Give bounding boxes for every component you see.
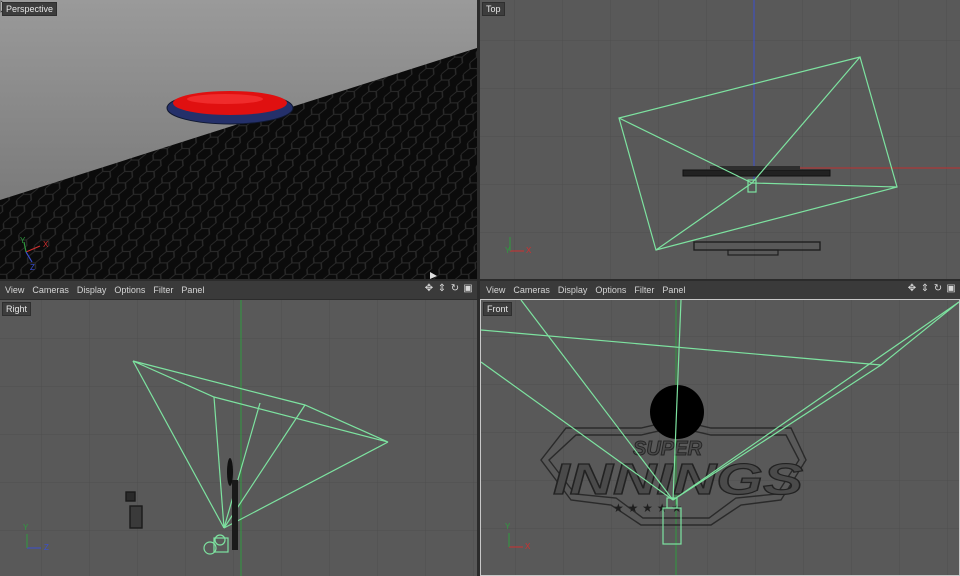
viewport-top[interactable]: Top X Y — [480, 0, 960, 279]
axis-label-z: Z — [30, 263, 35, 272]
rotate-icon[interactable]: ↻ — [450, 284, 460, 294]
axis-label-y: Y — [505, 246, 511, 255]
rotate-icon[interactable]: ↻ — [933, 284, 943, 294]
menu-view[interactable]: View — [0, 285, 28, 295]
move-icon[interactable]: ✥ — [424, 284, 434, 294]
axis-label-x: X — [526, 246, 532, 255]
viewport-label-front: Front — [483, 302, 513, 316]
move-icon[interactable]: ✥ — [907, 284, 917, 294]
menu-view[interactable]: View — [480, 285, 509, 295]
menu-options[interactable]: Options — [591, 285, 630, 295]
menu-filter[interactable]: Filter — [149, 285, 177, 295]
front-scene: SUPER INNINGS ★ ★ ★ ★ ★ — [481, 300, 959, 575]
viewport-front[interactable]: SUPER INNINGS ★ ★ ★ ★ ★ Front Y X — [480, 299, 960, 576]
menubar-front-viewport: View Cameras Display Options Filter Pane… — [480, 281, 960, 300]
menu-options[interactable]: Options — [110, 285, 149, 295]
axis-label-y: Y — [23, 523, 29, 532]
menu-filter[interactable]: Filter — [630, 285, 658, 295]
disc-object — [166, 91, 294, 125]
perspective-scene — [0, 0, 477, 279]
viewport-label-top: Top — [482, 2, 505, 16]
top-scene — [480, 0, 960, 279]
nav-icons-front: ✥ ⇕ ↻ ▣ — [907, 284, 956, 294]
zoom-icon[interactable]: ⇕ — [437, 284, 447, 294]
maximize-icon[interactable]: ▣ — [463, 284, 473, 294]
menu-panel[interactable]: Panel — [177, 285, 208, 295]
menu-cameras[interactable]: Cameras — [509, 285, 554, 295]
right-scene — [0, 300, 477, 576]
axis-label-x: X — [525, 542, 531, 551]
axis-label-y: Y — [20, 236, 26, 245]
menu-cameras[interactable]: Cameras — [28, 285, 73, 295]
axis-label-y: Y — [505, 522, 511, 531]
viewport-label-perspective: Perspective — [2, 2, 58, 16]
zoom-icon[interactable]: ⇕ — [920, 284, 930, 294]
menubar-right-viewport: View Cameras Display Options Filter Pane… — [0, 281, 477, 300]
menu-display[interactable]: Display — [554, 285, 592, 295]
axis-label-x: X — [43, 240, 49, 249]
nav-icons-right: ✥ ⇕ ↻ ▣ — [424, 284, 473, 294]
viewport-perspective[interactable]: Perspective X Y Z — [0, 0, 477, 279]
viewport-label-right: Right — [2, 302, 32, 316]
viewport-right[interactable]: Right Y Z — [0, 300, 477, 576]
menu-panel[interactable]: Panel — [658, 285, 689, 295]
menu-display[interactable]: Display — [73, 285, 111, 295]
axis-label-z: Z — [44, 543, 49, 552]
maximize-icon[interactable]: ▣ — [946, 284, 956, 294]
